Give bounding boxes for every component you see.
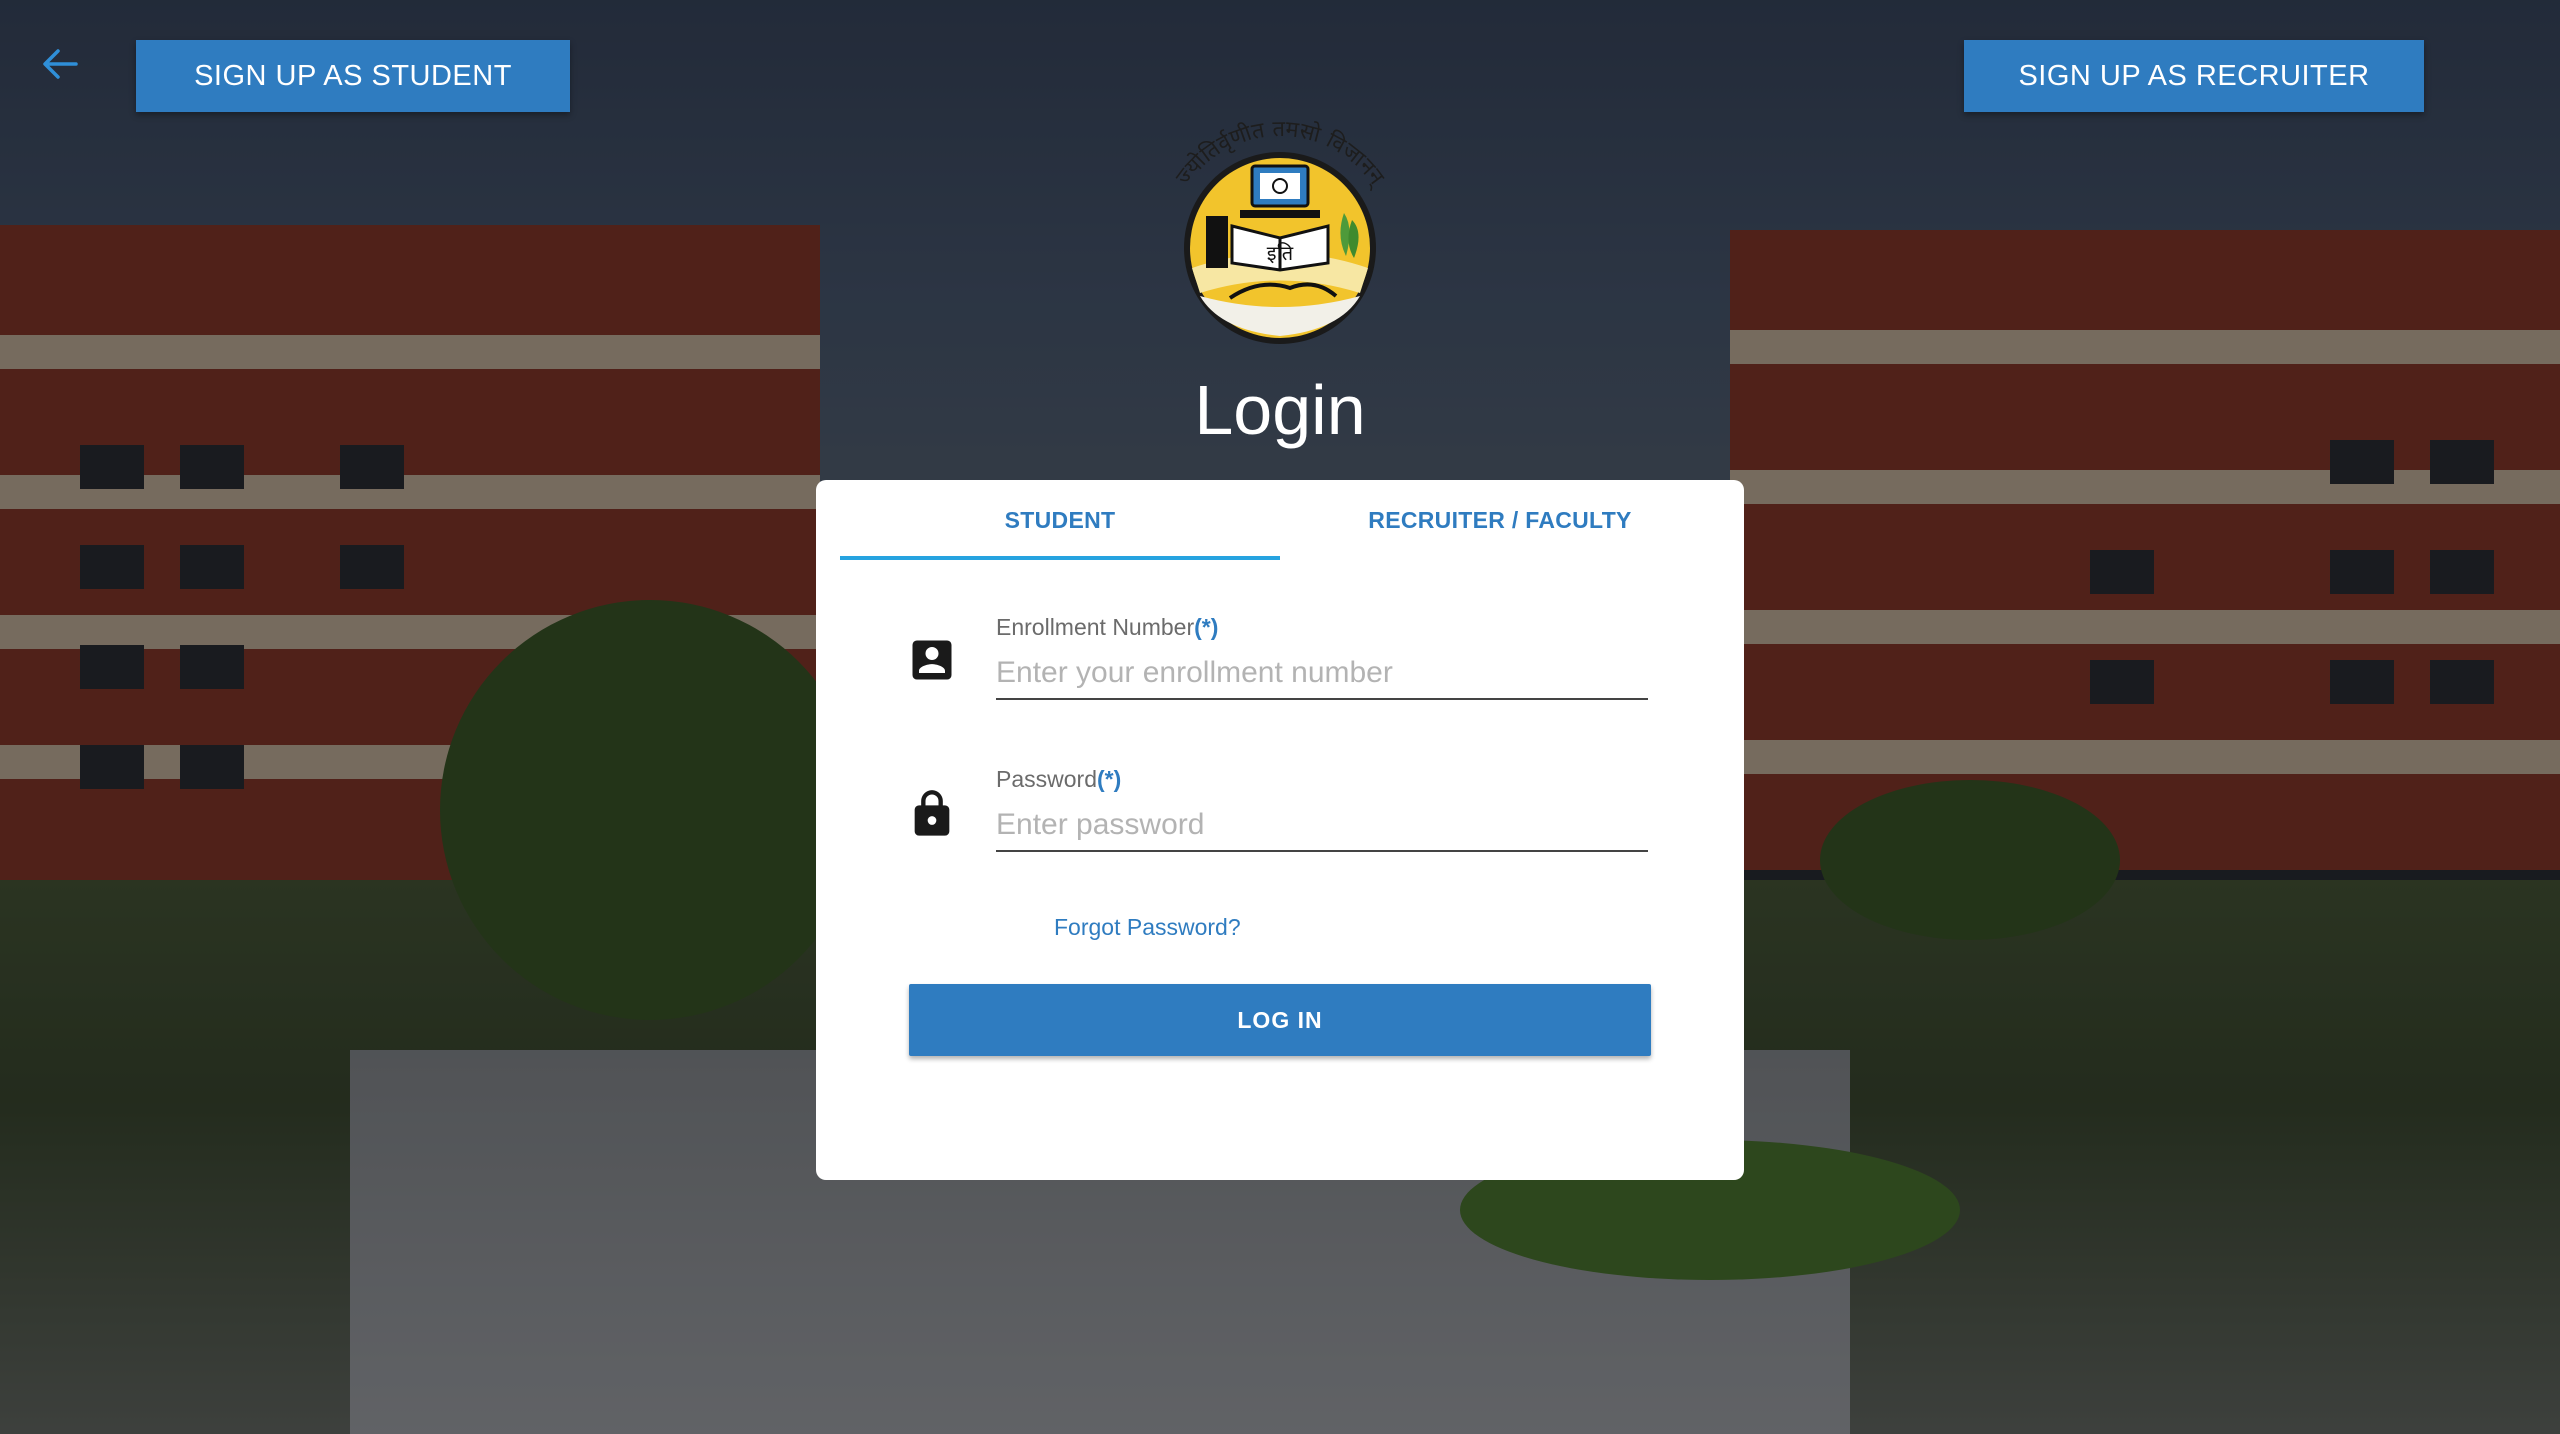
svg-text:इति: इति [1267,241,1294,265]
forgot-password-link[interactable]: Forgot Password? [1054,914,1241,941]
enrollment-input[interactable] [996,648,1648,700]
tab-student[interactable]: STUDENT [840,480,1280,560]
password-input[interactable] [996,800,1648,852]
back-button[interactable] [40,44,80,84]
login-button[interactable]: LOG IN [909,984,1651,1056]
signup-student-button[interactable]: SIGN UP AS STUDENT [136,40,570,112]
signup-recruiter-button[interactable]: SIGN UP AS RECRUITER [1964,40,2424,112]
login-card: STUDENT RECRUITER / FACULTY Enrollment N… [816,480,1744,1180]
arrow-left-icon [43,49,78,79]
tab-recruiter-faculty[interactable]: RECRUITER / FACULTY [1280,480,1720,560]
university-logo: ज्योतिर्वृणीत तमसो विजानन् इति [1140,117,1420,348]
enrollment-label: Enrollment Number(*) [996,614,1219,640]
password-label: Password(*) [996,766,1122,792]
account-box-icon [912,640,952,680]
login-tabs: STUDENT RECRUITER / FACULTY [840,480,1720,560]
page-title: Login [1194,371,1366,449]
lock-icon [914,790,950,836]
